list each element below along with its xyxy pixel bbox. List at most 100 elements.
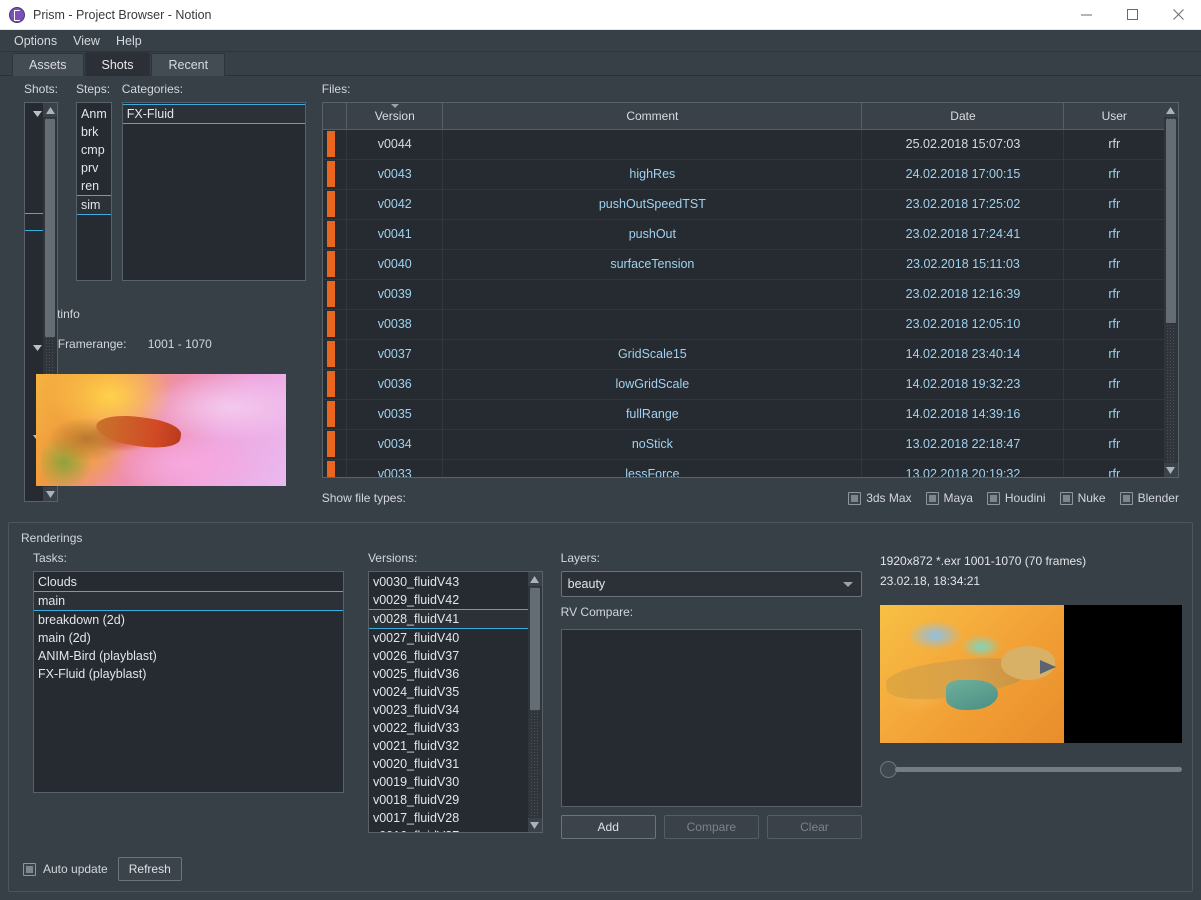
table-row[interactable]: v003923.02.2018 12:16:39rfr — [323, 279, 1164, 309]
scroll-down-icon[interactable] — [43, 487, 57, 501]
shots-tree-item[interactable]: a-130 — [25, 303, 43, 321]
add-button[interactable]: Add — [561, 815, 656, 839]
auto-update-toggle[interactable]: Auto update — [23, 862, 108, 876]
table-row[interactable]: v004425.02.2018 15:07:03rfr — [323, 129, 1164, 159]
versions-list-item[interactable]: v0028_fluidV41 — [369, 609, 528, 629]
versions-scrollbar[interactable] — [528, 572, 542, 832]
maximize-icon[interactable] — [1109, 0, 1155, 30]
column-header-status[interactable] — [323, 103, 347, 129]
files-scroll-down-icon[interactable] — [1164, 463, 1178, 477]
files-scroll-thumb[interactable] — [1166, 119, 1176, 323]
categories-list-item[interactable]: FX-Fluid — [123, 104, 305, 124]
file-type-option[interactable]: Maya — [926, 491, 973, 505]
table-row[interactable]: v0037GridScale1514.02.2018 23:40:14rfr — [323, 339, 1164, 369]
files-table-scrollbar[interactable] — [1164, 103, 1178, 477]
menu-item-view[interactable]: View — [65, 32, 108, 50]
shots-tree-group[interactable]: Pastel — [25, 339, 43, 357]
frame-slider-track[interactable] — [895, 767, 1182, 772]
file-type-checkbox[interactable] — [1120, 492, 1133, 505]
refresh-button[interactable]: Refresh — [118, 857, 182, 881]
close-icon[interactable] — [1155, 0, 1201, 30]
tasks-list-item[interactable]: breakdown (2d) — [34, 611, 343, 629]
menu-item-options[interactable]: Options — [6, 32, 65, 50]
file-type-option[interactable]: Nuke — [1060, 491, 1106, 505]
shots-tree-item[interactable]: a-120 — [25, 285, 43, 303]
tasks-list-item[interactable]: FX-Fluid (playblast) — [34, 665, 343, 683]
table-row[interactable]: v0035fullRange14.02.2018 14:39:16rfr — [323, 399, 1164, 429]
shots-tree-item[interactable]: s-020 — [25, 357, 43, 375]
table-row[interactable]: v0034noStick13.02.2018 22:18:47rfr — [323, 429, 1164, 459]
versions-list-item[interactable]: v0029_fluidV42 — [369, 591, 528, 609]
steps-list-item[interactable]: prv — [77, 159, 111, 177]
versions-list-item[interactable]: v0026_fluidV37 — [369, 647, 528, 665]
scroll-thumb[interactable] — [45, 119, 55, 337]
versions-list-item[interactable]: v0025_fluidV36 — [369, 665, 528, 683]
layers-dropdown[interactable]: beauty — [561, 571, 862, 597]
versions-list[interactable]: v0030_fluidV43v0029_fluidV42v0028_fluidV… — [368, 571, 543, 833]
versions-scroll-up-icon[interactable] — [528, 572, 542, 586]
categories-list[interactable]: FX-Fluid — [122, 102, 306, 281]
minimize-icon[interactable] — [1063, 0, 1109, 30]
table-row[interactable]: v0043highRes24.02.2018 17:00:15rfr — [323, 159, 1164, 189]
versions-list-item[interactable]: v0016_fluidV27 — [369, 827, 528, 832]
versions-list-item[interactable]: v0020_fluidV31 — [369, 755, 528, 773]
tasks-list[interactable]: Cloudsmainbreakdown (2d)main (2d)ANIM-Bi… — [33, 571, 344, 793]
versions-list-item[interactable]: v0030_fluidV43 — [369, 573, 528, 591]
file-type-checkbox[interactable] — [987, 492, 1000, 505]
column-header-comment[interactable]: Comment — [443, 103, 862, 129]
table-row[interactable]: v0042pushOutSpeedTST23.02.2018 17:25:02r… — [323, 189, 1164, 219]
shots-tree-item[interactable]: a-020 — [25, 123, 43, 141]
column-header-date[interactable]: Date — [862, 103, 1064, 129]
versions-list-item[interactable]: v0018_fluidV29 — [369, 791, 528, 809]
file-type-option[interactable]: Houdini — [987, 491, 1046, 505]
tasks-list-item[interactable]: Clouds — [34, 573, 343, 591]
shots-tree-item[interactable]: a-095 — [25, 231, 43, 249]
scroll-up-icon[interactable] — [43, 103, 57, 117]
versions-list-item[interactable]: v0021_fluidV32 — [369, 737, 528, 755]
steps-list[interactable]: Anmbrkcmpprvrensim — [76, 102, 112, 281]
versions-list-item[interactable]: v0024_fluidV35 — [369, 683, 528, 701]
shots-tree-item[interactable]: a-090 — [25, 213, 43, 231]
steps-list-item[interactable]: Anm — [77, 105, 111, 123]
tasks-list-item[interactable]: ANIM-Bird (playblast) — [34, 647, 343, 665]
shots-tree-item[interactable]: a-045 — [25, 141, 43, 159]
versions-list-item[interactable]: v0017_fluidV28 — [369, 809, 528, 827]
file-type-checkbox[interactable] — [1060, 492, 1073, 505]
table-row[interactable]: v003823.02.2018 12:05:10rfr — [323, 309, 1164, 339]
tasks-list-item[interactable]: main — [34, 591, 343, 611]
table-row[interactable]: v0033lessForce13.02.2018 20:19:32rfr — [323, 459, 1164, 478]
shots-tree-item[interactable]: a-100 — [25, 249, 43, 267]
column-header-version[interactable]: Version — [347, 103, 443, 129]
menu-item-help[interactable]: Help — [108, 32, 150, 50]
versions-list-item[interactable]: v0023_fluidV34 — [369, 701, 528, 719]
render-preview-image[interactable] — [880, 605, 1182, 743]
tab-shots[interactable]: Shots — [85, 52, 151, 76]
versions-scroll-down-icon[interactable] — [528, 818, 542, 832]
chevron-down-icon[interactable] — [31, 345, 43, 351]
steps-list-item[interactable]: ren — [77, 177, 111, 195]
file-type-checkbox[interactable] — [848, 492, 861, 505]
frame-slider[interactable] — [880, 759, 1182, 779]
shots-tree-item[interactable]: a-070 — [25, 195, 43, 213]
files-table-panel[interactable]: Version Comment Date User v004425.02.201… — [322, 102, 1179, 478]
shots-tree-item[interactable]: a-140 — [25, 321, 43, 339]
table-row[interactable]: v0036lowGridScale14.02.2018 19:32:23rfr — [323, 369, 1164, 399]
steps-list-item[interactable]: cmp — [77, 141, 111, 159]
column-header-user[interactable]: User — [1064, 103, 1164, 129]
versions-list-item[interactable]: v0027_fluidV40 — [369, 629, 528, 647]
versions-scroll-thumb[interactable] — [530, 588, 540, 710]
shots-tree-item[interactable]: a-048 — [25, 159, 43, 177]
files-scroll-up-icon[interactable] — [1164, 103, 1178, 117]
auto-update-checkbox[interactable] — [23, 863, 36, 876]
shots-tree-item[interactable]: a-050 — [25, 177, 43, 195]
versions-list-item[interactable]: v0022_fluidV33 — [369, 719, 528, 737]
tasks-list-item[interactable]: main (2d) — [34, 629, 343, 647]
shots-tree-group[interactable]: Acryl — [25, 105, 43, 123]
rv-compare-list[interactable] — [561, 629, 862, 807]
table-row[interactable]: v0040surfaceTension23.02.2018 15:11:03rf… — [323, 249, 1164, 279]
versions-list-item[interactable]: v0019_fluidV30 — [369, 773, 528, 791]
tab-assets[interactable]: Assets — [12, 53, 84, 76]
table-row[interactable]: v0041pushOut23.02.2018 17:24:41rfr — [323, 219, 1164, 249]
chevron-down-icon[interactable] — [31, 111, 43, 117]
file-type-checkbox[interactable] — [926, 492, 939, 505]
